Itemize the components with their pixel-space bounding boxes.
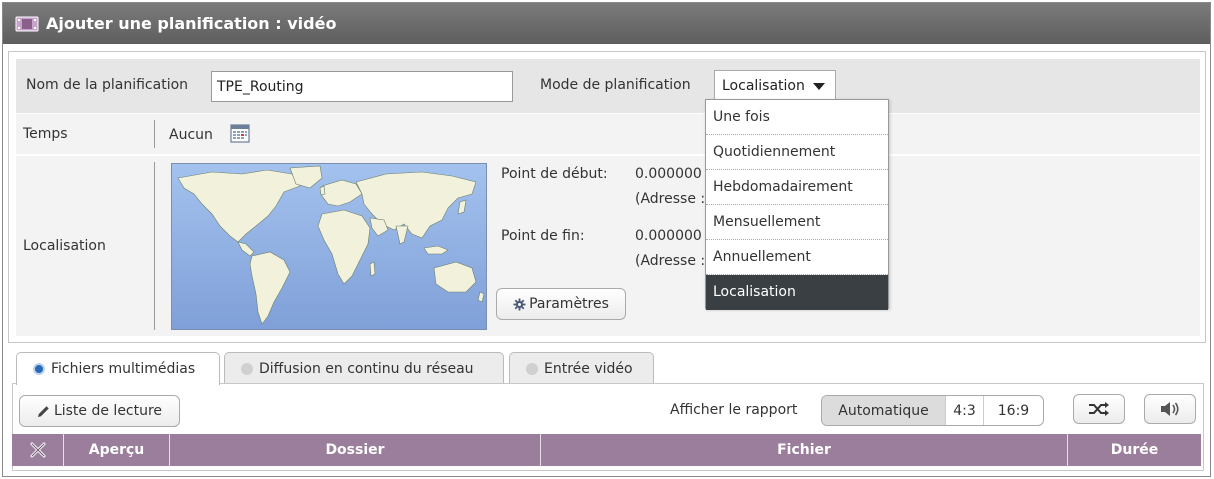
mode-dropdown-menu: Une fois Quotidiennement Hebdomadairemen… xyxy=(705,99,889,310)
tab-label: Entrée vidéo xyxy=(544,360,633,377)
tab-label: Diffusion en continu du réseau xyxy=(259,360,474,377)
end-point-value: 0.000000 , xyxy=(635,228,711,244)
tab-video-input[interactable]: Entrée vidéo xyxy=(509,352,654,384)
mode-option-location[interactable]: Localisation xyxy=(706,275,888,310)
radio-selected-icon xyxy=(33,363,45,375)
location-label: Localisation xyxy=(23,238,106,254)
end-address: (Adresse : xyxy=(635,253,706,269)
media-table-header: Aperçu Dossier Fichier Durée xyxy=(12,434,1201,466)
mode-select-value: Localisation xyxy=(722,78,805,94)
tab-label: Fichiers multimédias xyxy=(51,361,196,377)
ratio-option-4-3[interactable]: 4:3 xyxy=(946,396,984,425)
title-bar: Ajouter une planification : vidéo xyxy=(3,3,1210,44)
gear-icon xyxy=(513,298,526,310)
radio-icon xyxy=(241,362,253,375)
column-header-folder[interactable]: Dossier xyxy=(170,434,541,466)
location-row: Localisation Point de début: 0.000000 , … xyxy=(16,156,1200,336)
time-value: Aucun xyxy=(169,127,213,143)
caret-down-icon xyxy=(812,82,825,90)
radio-icon xyxy=(526,362,538,375)
time-row: Temps Aucun xyxy=(16,114,1200,154)
mode-label: Mode de planification xyxy=(540,77,691,93)
schedule-form: Nom de la planification Mode de planific… xyxy=(8,51,1206,343)
end-point-label: Point de fin: xyxy=(501,228,585,244)
tab-media-files[interactable]: Fichiers multimédias xyxy=(16,352,220,385)
aspect-ratio-selector: Automatique 4:3 16:9 xyxy=(821,395,1044,426)
playlist-button-label: Liste de lecture xyxy=(53,403,163,419)
time-label: Temps xyxy=(23,126,68,142)
divider xyxy=(154,120,155,148)
parameters-button[interactable]: Paramètres xyxy=(496,288,626,320)
schedule-name-input[interactable] xyxy=(211,71,513,102)
column-header-duration[interactable]: Durée xyxy=(1068,434,1201,466)
pencil-icon xyxy=(37,405,49,417)
column-header-file[interactable]: Fichier xyxy=(541,434,1068,466)
mode-option-weekly[interactable]: Hebdomadairement xyxy=(706,170,888,205)
calendar-icon[interactable] xyxy=(229,122,251,144)
mode-option-yearly[interactable]: Annuellement xyxy=(706,240,888,275)
select-all-header[interactable] xyxy=(12,434,64,466)
world-map[interactable] xyxy=(171,163,487,330)
speaker-icon xyxy=(1161,402,1179,416)
start-address: (Adresse : xyxy=(635,191,706,207)
dialog-title: Ajouter une planification : vidéo xyxy=(46,14,337,33)
close-icon xyxy=(30,442,45,458)
ratio-option-auto[interactable]: Automatique xyxy=(822,396,946,425)
divider xyxy=(154,162,155,330)
mode-option-once[interactable]: Une fois xyxy=(706,100,888,135)
parameters-button-label: Paramètres xyxy=(529,296,609,312)
mode-select[interactable]: Localisation xyxy=(714,70,836,102)
start-point-value: 0.000000 , xyxy=(635,166,711,182)
name-row: Nom de la planification Mode de planific… xyxy=(16,59,1200,113)
shuffle-button[interactable] xyxy=(1073,394,1125,424)
tab-network-streaming[interactable]: Diffusion en continu du réseau xyxy=(224,352,504,384)
ratio-option-16-9[interactable]: 16:9 xyxy=(984,396,1043,425)
column-header-preview[interactable]: Aperçu xyxy=(64,434,170,466)
playlist-button[interactable]: Liste de lecture xyxy=(19,395,180,427)
start-point-label: Point de début: xyxy=(501,166,608,182)
mode-option-daily[interactable]: Quotidiennement xyxy=(706,135,888,170)
shuffle-icon xyxy=(1089,402,1109,416)
ratio-label: Afficher le rapport xyxy=(670,402,798,418)
film-icon xyxy=(15,16,39,31)
mode-option-monthly[interactable]: Mensuellement xyxy=(706,205,888,240)
volume-button[interactable] xyxy=(1144,394,1196,424)
name-label: Nom de la planification xyxy=(26,77,189,93)
world-map-image xyxy=(172,164,486,329)
